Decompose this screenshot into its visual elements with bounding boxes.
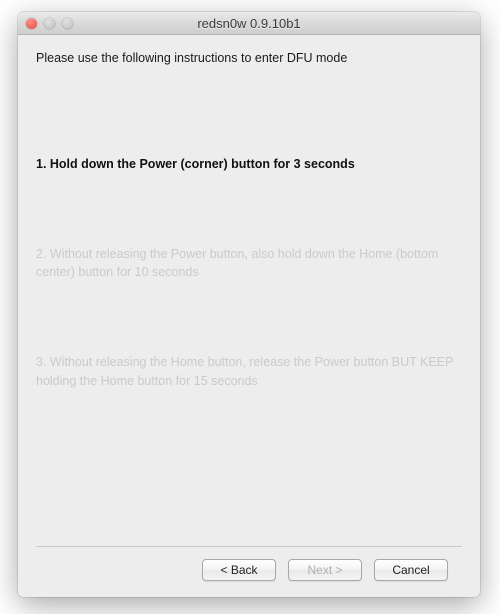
dfu-step-2: 2. Without releasing the Power button, a… — [36, 245, 462, 281]
content-spacer — [36, 462, 462, 546]
separator — [36, 546, 462, 547]
window-title: redsn0w 0.9.10b1 — [18, 16, 480, 31]
next-button: Next > — [288, 559, 362, 581]
content-area: Please use the following instructions to… — [18, 35, 480, 597]
app-window: redsn0w 0.9.10b1 Please use the followin… — [18, 12, 480, 597]
intro-text: Please use the following instructions to… — [36, 51, 462, 65]
back-button[interactable]: < Back — [202, 559, 276, 581]
dfu-step-3: 3. Without releasing the Home button, re… — [36, 353, 462, 389]
cancel-button[interactable]: Cancel — [374, 559, 448, 581]
close-icon[interactable] — [26, 18, 37, 29]
dfu-step-1: 1. Hold down the Power (corner) button f… — [36, 155, 462, 173]
traffic-lights — [18, 18, 73, 29]
minimize-icon[interactable] — [44, 18, 55, 29]
button-row: < Back Next > Cancel — [36, 559, 462, 597]
zoom-icon[interactable] — [62, 18, 73, 29]
titlebar: redsn0w 0.9.10b1 — [18, 12, 480, 35]
